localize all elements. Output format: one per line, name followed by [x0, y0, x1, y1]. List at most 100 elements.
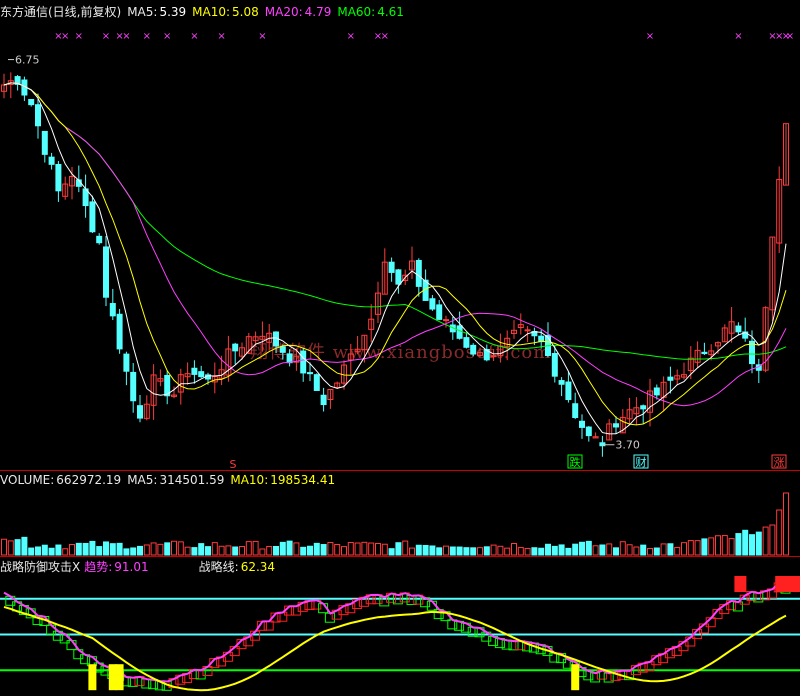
volume-bar: [456, 546, 463, 556]
candle-body: [470, 344, 477, 355]
volume-bar: [769, 524, 776, 556]
x-mark: ×: [75, 31, 83, 42]
candle-body: [137, 405, 143, 419]
volume-bar: [483, 546, 490, 556]
candle-body: [653, 387, 660, 396]
volume-bar: [205, 546, 211, 556]
volume-bar: [619, 541, 626, 556]
volume-bar: [633, 546, 640, 556]
yellow-signal-bar: [115, 664, 124, 691]
volume-bar: [245, 541, 252, 556]
candle-body: [551, 353, 558, 377]
candle-body: [103, 246, 109, 298]
volume-bar: [429, 545, 436, 556]
volume-bar: [300, 546, 307, 556]
volume-bar: [660, 543, 667, 556]
volume-bar: [728, 538, 735, 556]
candle-body: [286, 353, 293, 364]
volume-bar: [579, 541, 585, 556]
volume-bar: [681, 542, 687, 556]
volume-bar: [592, 545, 599, 556]
candle-body: [96, 235, 103, 244]
volume-bar: [463, 547, 470, 556]
volume-bar: [490, 544, 497, 556]
candle-body: [443, 319, 449, 322]
volume-bar: [776, 509, 783, 556]
candle-body: [48, 156, 55, 165]
volume-bar: [313, 542, 320, 556]
candle-body: [735, 325, 742, 333]
volume-bar: [783, 492, 789, 556]
high-marker-label: 6.75: [15, 54, 40, 67]
volume-bar: [361, 541, 368, 556]
volume-bar: [674, 546, 681, 556]
volume-bar: [443, 545, 449, 556]
volume-bar: [171, 540, 177, 556]
x-mark: ×: [734, 31, 742, 42]
volume-bar: [524, 547, 531, 556]
ma5-line: [3, 82, 787, 435]
x-mark: ×: [61, 31, 69, 42]
volume-bar: [211, 542, 218, 556]
volume-bar: [395, 542, 402, 556]
volume-bar: [239, 546, 245, 556]
candle-body: [320, 394, 327, 406]
trend-step-box: [590, 672, 601, 683]
candle-body: [300, 350, 307, 374]
chart-canvas: 6.753.70×× × × ×× × × × × × × ×× × × ××××跌财涨S: [0, 31, 800, 692]
volume-bar: [69, 543, 75, 556]
volume-bar: [647, 547, 653, 556]
volume-bar: [82, 542, 89, 556]
volume-bar: [143, 544, 150, 556]
candle-body: [565, 381, 572, 401]
volume-bar: [164, 542, 171, 556]
volume-bar: [218, 545, 225, 556]
volume-bar: [96, 546, 103, 556]
volume-bar: [273, 545, 279, 556]
candle-body: [436, 304, 443, 320]
volume-bar: [130, 547, 137, 556]
volume-bar: [640, 544, 647, 556]
volume-bar: [320, 544, 327, 556]
candle-body: [130, 371, 137, 402]
volume-bar: [307, 545, 313, 556]
volume-bar: [701, 538, 708, 556]
candle-body: [429, 298, 436, 310]
volume-bar: [48, 547, 55, 556]
volume-bar: [150, 542, 157, 556]
volume-bar: [354, 542, 361, 556]
volume-bar: [191, 547, 198, 556]
candle-body: [538, 335, 545, 343]
volume-bar: [388, 548, 395, 556]
trend-step-box: [127, 676, 138, 687]
volume-bar: [755, 531, 762, 556]
volume-bar: [531, 547, 538, 556]
volume-bar: [497, 545, 504, 556]
volume-bar: [198, 543, 205, 556]
tag-zhang: 涨: [774, 456, 785, 469]
tag-s: S: [230, 458, 237, 471]
volume-bar: [41, 544, 48, 556]
volume-bar: [715, 535, 721, 556]
volume-bar: [402, 540, 409, 556]
volume-bar: [7, 540, 14, 556]
volume-bar: [742, 529, 749, 556]
candle-body: [232, 343, 239, 352]
volume-bar: [381, 543, 388, 556]
volume-bar: [613, 547, 619, 556]
x-mark: ×: [347, 31, 355, 42]
trend-step-box: [406, 595, 417, 606]
volume-bar: [721, 535, 728, 556]
volume-bar: [667, 543, 674, 556]
volume-bar: [75, 542, 82, 556]
trend-step-box: [290, 605, 301, 616]
volume-bar: [225, 545, 232, 556]
volume-bar: [449, 546, 456, 556]
candle-body: [89, 201, 96, 233]
volume-bar: [585, 540, 592, 556]
volume-bar: [35, 546, 41, 556]
volume-bar: [565, 547, 572, 556]
volume-bar: [653, 547, 660, 556]
volume-bar: [123, 548, 130, 556]
volume-bar: [599, 544, 606, 556]
